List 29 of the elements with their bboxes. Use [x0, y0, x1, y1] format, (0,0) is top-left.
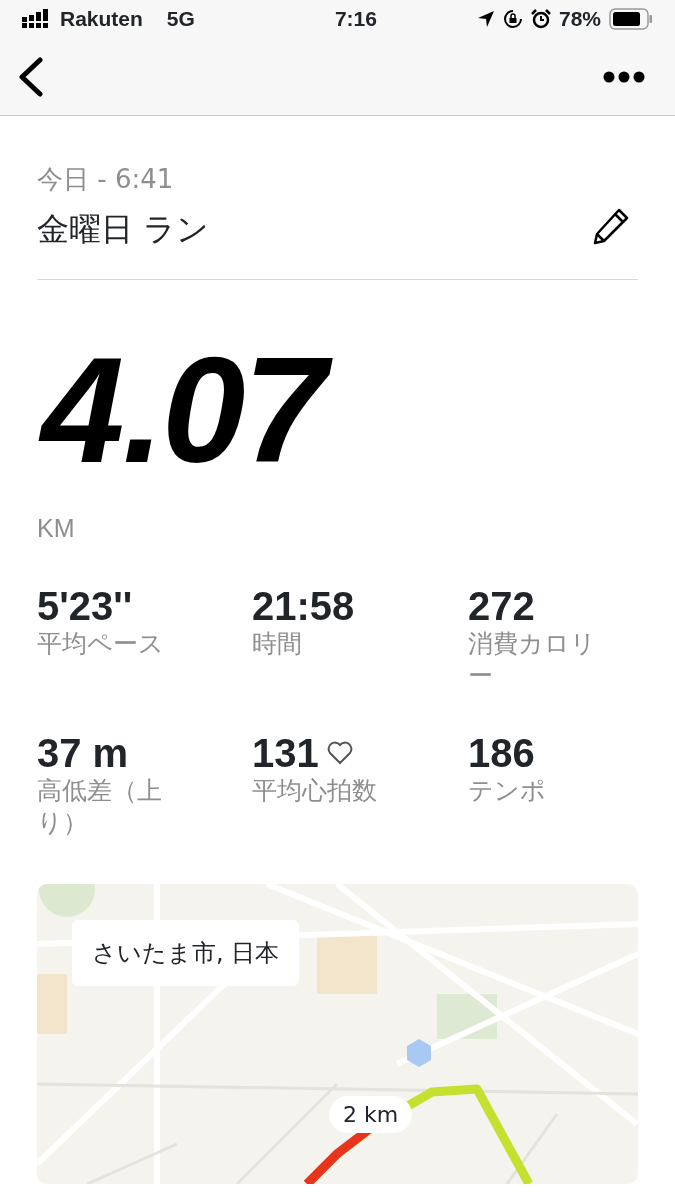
activity-date: 今日 - 6:41 — [37, 163, 175, 196]
location-label: さいたま市, 日本 — [72, 919, 300, 986]
stat-label: 平均心拍数 — [252, 774, 378, 807]
stat-label: 時間 — [252, 627, 303, 660]
stat-label: 消費カロリー — [468, 627, 597, 692]
distance-unit: KM — [37, 513, 76, 544]
battery-percent: 78% — [558, 6, 601, 33]
stat-value: 37 m — [37, 730, 129, 775]
distance-value: 4.07 — [37, 320, 339, 500]
stat-value: 131 — [252, 730, 319, 775]
heart-icon — [326, 740, 353, 765]
back-button[interactable] — [16, 56, 44, 97]
edit-button[interactable] — [592, 207, 630, 245]
stat-label: テンポ — [468, 774, 547, 807]
network-type: 5G — [166, 6, 195, 33]
stat-label: 高低差（上り） — [37, 774, 163, 839]
stat-label: 平均ペース — [37, 627, 165, 660]
clock-time: 7:16 — [334, 6, 377, 33]
stat-value: 186 — [468, 730, 535, 775]
carrier-name: Rakuten — [60, 6, 143, 33]
more-options-button[interactable] — [603, 70, 645, 83]
location-arrow-icon — [476, 10, 495, 28]
battery-icon — [609, 8, 653, 30]
stat-value: 21:58 — [252, 583, 355, 628]
stat-value: 272 — [468, 583, 535, 628]
activity-title: 金曜日 ラン — [37, 209, 210, 250]
stat-value: 5'23'' — [37, 583, 133, 628]
alarm-clock-icon — [530, 9, 551, 29]
rotation-lock-icon — [502, 9, 523, 29]
